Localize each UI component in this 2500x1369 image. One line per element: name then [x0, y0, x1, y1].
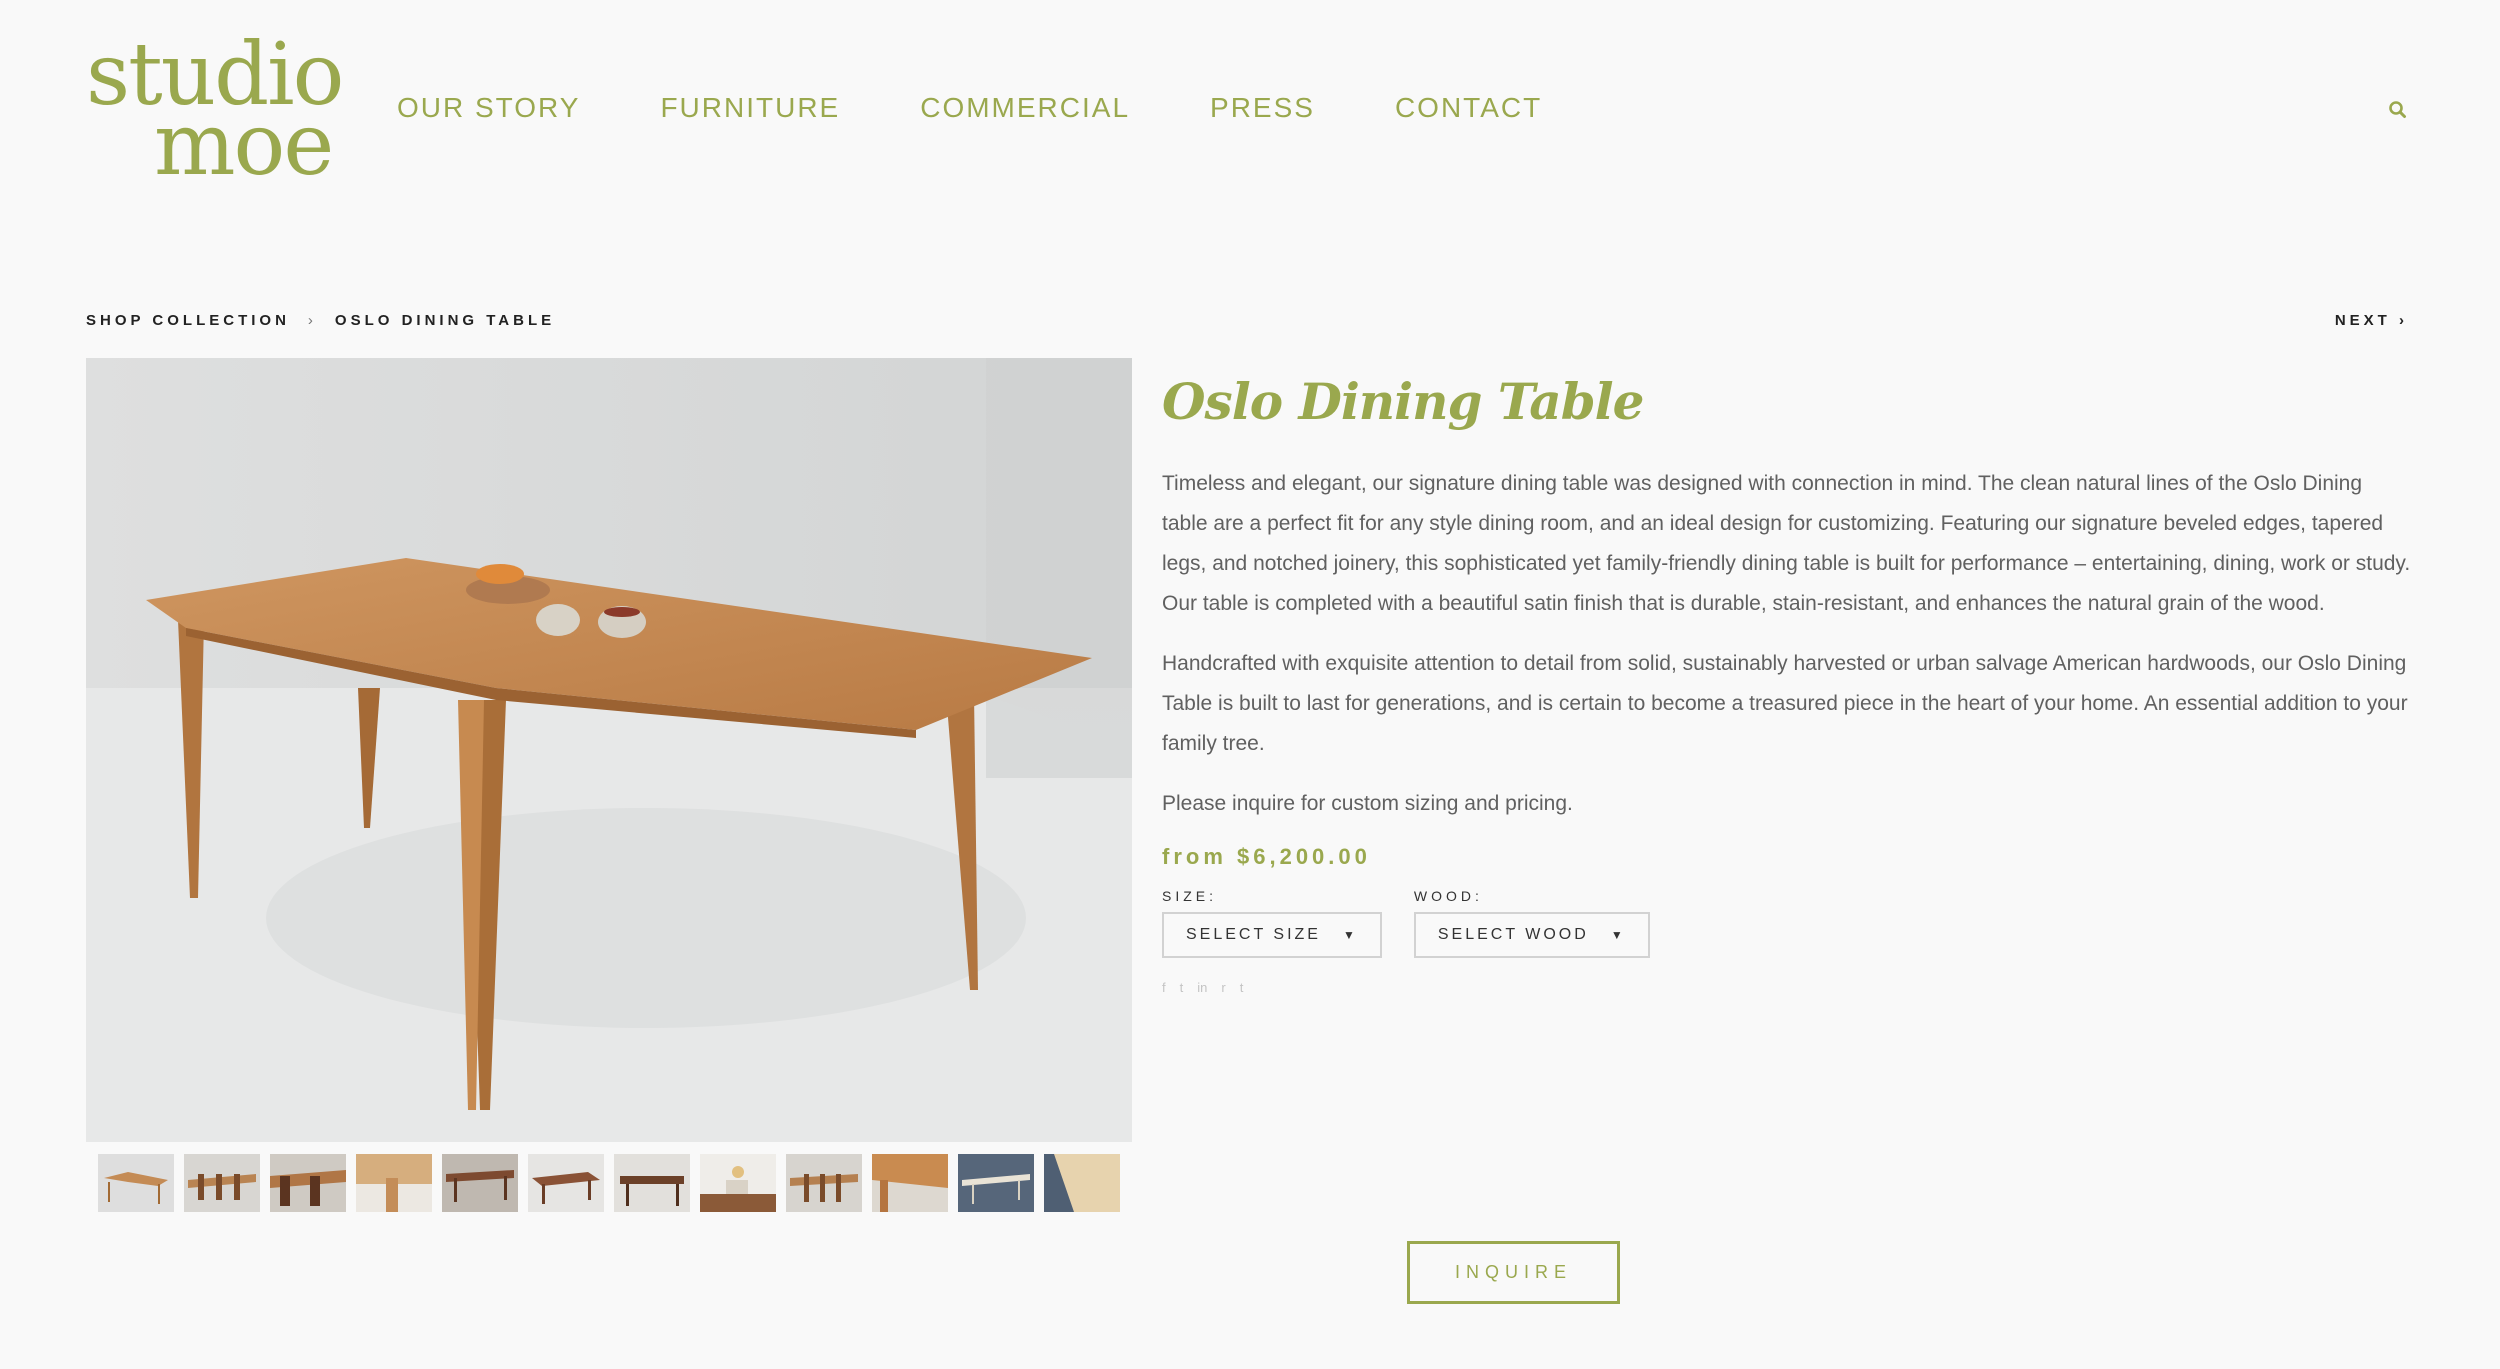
chevron-down-icon: ▼ [1610, 928, 1626, 942]
product-info: Oslo Dining Table Timeless and elegant, … [1162, 370, 2412, 995]
thumbnail[interactable] [958, 1154, 1034, 1212]
thumbnail[interactable] [786, 1154, 862, 1212]
size-select-value: SELECT SIZE [1186, 926, 1321, 943]
logo[interactable]: studio moe [86, 32, 344, 188]
nav-press[interactable]: PRESS [1210, 92, 1315, 124]
tumblr-icon[interactable]: t [1240, 980, 1244, 995]
product-price: from $6,200.00 [1162, 844, 1371, 869]
size-option: SIZE: SELECT SIZE ▼ [1162, 888, 1382, 958]
linkedin-icon[interactable]: in [1197, 980, 1207, 995]
chevron-down-icon: ▼ [1342, 928, 1358, 942]
breadcrumb-shop-collection[interactable]: SHOP COLLECTION [86, 312, 290, 329]
thumbnail-strip [98, 1154, 1130, 1212]
main-nav: OUR STORY FURNITURE COMMERCIAL PRESS CON… [397, 92, 1622, 124]
thumbnail[interactable] [700, 1154, 776, 1212]
product-options: SIZE: SELECT SIZE ▼ WOOD: SELECT WOOD ▼ [1162, 888, 2412, 958]
reddit-icon[interactable]: r [1221, 980, 1225, 995]
product-description: Handcrafted with exquisite attention to … [1162, 652, 2408, 755]
thumbnail[interactable] [270, 1154, 346, 1212]
thumbnail[interactable] [1044, 1154, 1120, 1212]
nav-commercial[interactable]: COMMERCIAL [920, 92, 1130, 124]
product-title: Oslo Dining Table [1162, 372, 1644, 431]
product-note: Please inquire for custom sizing and pri… [1162, 792, 1573, 815]
wood-select[interactable]: SELECT WOOD ▼ [1413, 912, 1650, 958]
wood-option: WOOD: SELECT WOOD ▼ [1413, 888, 1650, 958]
product-description: Timeless and elegant, our signature dini… [1162, 472, 2411, 615]
inquire-button[interactable]: INQUIRE [1407, 1241, 1620, 1304]
share-icons: f t in r t [1162, 980, 2412, 995]
thumbnail[interactable] [528, 1154, 604, 1212]
size-select[interactable]: SELECT SIZE ▼ [1162, 912, 1382, 958]
search-icon[interactable] [2386, 98, 2410, 122]
facebook-icon[interactable]: f [1162, 980, 1166, 995]
size-label: SIZE: [1162, 888, 1218, 904]
wood-label: WOOD: [1413, 888, 1483, 904]
nav-furniture[interactable]: FURNITURE [660, 92, 840, 124]
thumbnail[interactable] [442, 1154, 518, 1212]
breadcrumb: SHOP COLLECTION › OSLO DINING TABLE [86, 312, 555, 329]
thumbnail[interactable] [184, 1154, 260, 1212]
twitter-icon[interactable]: t [1180, 980, 1184, 995]
thumbnail[interactable] [356, 1154, 432, 1212]
product-main-image[interactable] [86, 358, 1132, 1142]
nav-our-story[interactable]: OUR STORY [397, 92, 580, 124]
next-product-link[interactable]: NEXT › [2335, 312, 2408, 329]
wood-select-value: SELECT WOOD [1437, 926, 1589, 943]
thumbnail[interactable] [98, 1154, 174, 1212]
thumbnail[interactable] [872, 1154, 948, 1212]
breadcrumb-current: OSLO DINING TABLE [334, 312, 556, 329]
nav-contact[interactable]: CONTACT [1395, 92, 1542, 124]
thumbnail[interactable] [614, 1154, 690, 1212]
breadcrumb-separator: › [307, 312, 317, 329]
